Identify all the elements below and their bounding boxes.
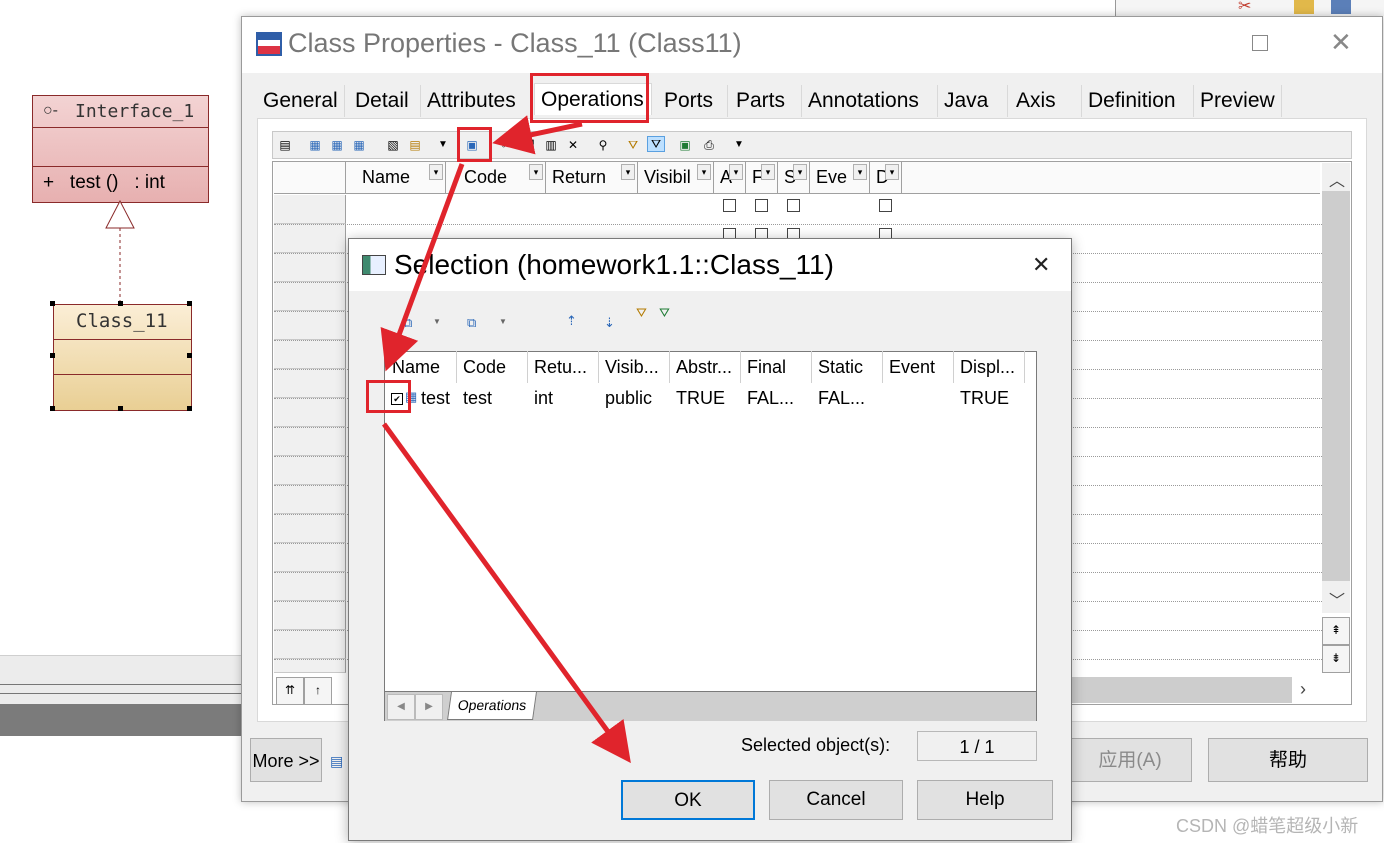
- annotation-arrows: [380, 115, 631, 764]
- arrow-toolbar-to-checkbox: [380, 163, 465, 372]
- arrow-checkbox-to-ok: [381, 422, 631, 764]
- watermark: CSDN @蜡笔超级小新: [1176, 816, 1359, 836]
- arrow-tab-to-toolbar: [492, 115, 583, 155]
